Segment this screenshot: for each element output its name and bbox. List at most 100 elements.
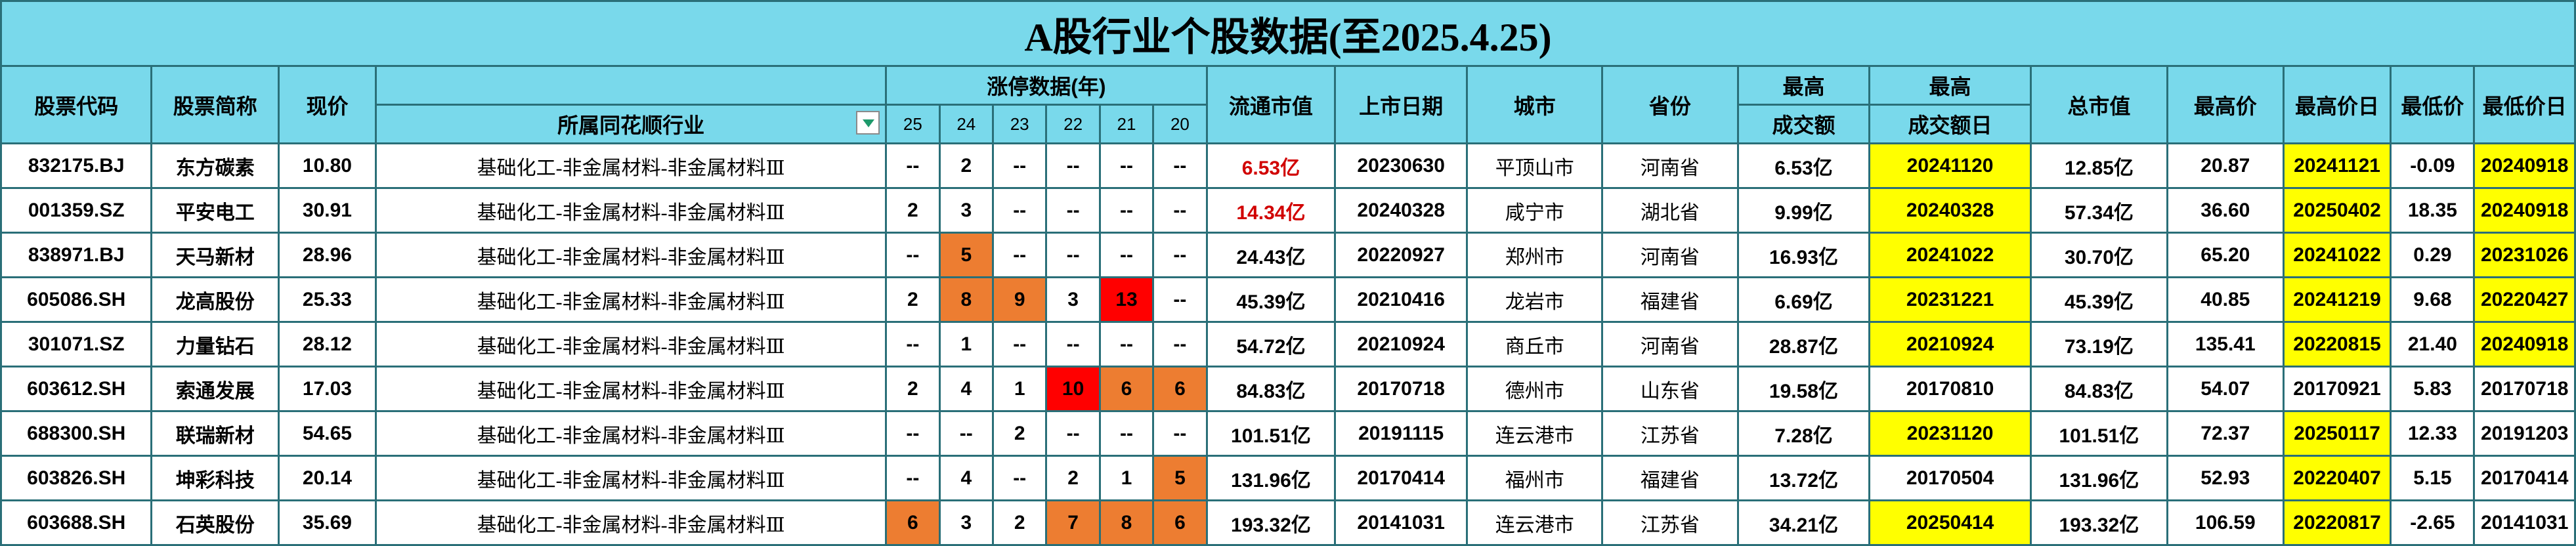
header-total-cap[interactable]: 总市值	[2029, 65, 2169, 144]
cell-low-price[interactable]: 0.29	[2390, 232, 2476, 278]
cell-low-price-day[interactable]: 20141031	[2473, 499, 2576, 546]
cell-industry[interactable]: 基础化工-非金属材料-非金属材料Ⅲ	[374, 276, 888, 323]
cell-y20[interactable]: 5	[1152, 455, 1208, 501]
cell-high-price-day[interactable]: 20220817	[2282, 499, 2392, 546]
cell-y20[interactable]: --	[1152, 321, 1208, 368]
cell-max-turnover[interactable]: 16.93亿	[1736, 232, 1871, 278]
cell-code[interactable]: 603826.SH	[0, 455, 153, 501]
cell-industry[interactable]: 基础化工-非金属材料-非金属材料Ⅲ	[374, 232, 888, 278]
cell-code[interactable]: 832175.BJ	[0, 142, 153, 189]
cell-code[interactable]: 603612.SH	[0, 366, 153, 412]
cell-max-turnover-day[interactable]: 20240328	[1868, 187, 2032, 234]
cell-low-price[interactable]: 5.15	[2390, 455, 2476, 501]
cell-y25[interactable]: --	[885, 455, 941, 501]
cell-max-turnover-day[interactable]: 20231120	[1868, 410, 2032, 457]
cell-code[interactable]: 605086.SH	[0, 276, 153, 323]
header-low-price[interactable]: 最低价	[2390, 65, 2476, 144]
cell-total-cap[interactable]: 73.19亿	[2029, 321, 2169, 368]
cell-code[interactable]: 001359.SZ	[0, 187, 153, 234]
cell-price[interactable]: 10.80	[277, 142, 377, 189]
cell-low-price[interactable]: 5.83	[2390, 366, 2476, 412]
cell-y22[interactable]: --	[1045, 410, 1101, 457]
cell-float-cap[interactable]: 14.34亿	[1205, 187, 1337, 234]
cell-y25[interactable]: 2	[885, 187, 941, 234]
cell-y25[interactable]: 6	[885, 499, 941, 546]
cell-high-price-day[interactable]: 20220407	[2282, 455, 2392, 501]
cell-industry[interactable]: 基础化工-非金属材料-非金属材料Ⅲ	[374, 410, 888, 457]
cell-low-price[interactable]: 18.35	[2390, 187, 2476, 234]
cell-name[interactable]: 索通发展	[150, 366, 280, 412]
cell-y20[interactable]: --	[1152, 142, 1208, 189]
table-row[interactable]: 603612.SH 索通发展 17.03 基础化工-非金属材料-非金属材料Ⅲ 2…	[0, 366, 2576, 412]
cell-y22[interactable]: --	[1045, 187, 1101, 234]
cell-float-cap[interactable]: 193.32亿	[1205, 499, 1337, 546]
cell-max-turnover[interactable]: 9.99亿	[1736, 187, 1871, 234]
cell-total-cap[interactable]: 12.85亿	[2029, 142, 2169, 189]
cell-y21[interactable]: --	[1098, 232, 1155, 278]
cell-listing-date[interactable]: 20210924	[1334, 321, 1469, 368]
cell-y21[interactable]: 6	[1098, 366, 1155, 412]
table-row[interactable]: 838971.BJ 天马新材 28.96 基础化工-非金属材料-非金属材料Ⅲ -…	[0, 232, 2576, 278]
cell-listing-date[interactable]: 20210416	[1334, 276, 1469, 323]
cell-y24[interactable]: 3	[938, 499, 994, 546]
cell-name[interactable]: 龙高股份	[150, 276, 280, 323]
cell-y20[interactable]: --	[1152, 410, 1208, 457]
cell-total-cap[interactable]: 131.96亿	[2029, 455, 2169, 501]
cell-low-price[interactable]: -0.09	[2390, 142, 2476, 189]
cell-price[interactable]: 30.91	[277, 187, 377, 234]
cell-high-price[interactable]: 135.41	[2166, 321, 2285, 368]
cell-y23[interactable]: 2	[991, 499, 1048, 546]
cell-max-turnover-day[interactable]: 20241120	[1868, 142, 2032, 189]
cell-y20[interactable]: 6	[1152, 499, 1208, 546]
cell-total-cap[interactable]: 30.70亿	[2029, 232, 2169, 278]
cell-float-cap[interactable]: 84.83亿	[1205, 366, 1337, 412]
table-row[interactable]: 603688.SH 石英股份 35.69 基础化工-非金属材料-非金属材料Ⅲ 6…	[0, 499, 2576, 546]
cell-y20[interactable]: --	[1152, 232, 1208, 278]
cell-y24[interactable]: 8	[938, 276, 994, 323]
cell-low-price-day[interactable]: 20240918	[2473, 142, 2576, 189]
cell-total-cap[interactable]: 57.34亿	[2029, 187, 2169, 234]
cell-code[interactable]: 603688.SH	[0, 499, 153, 546]
cell-high-price[interactable]: 65.20	[2166, 232, 2285, 278]
table-row[interactable]: 301071.SZ 力量钻石 28.12 基础化工-非金属材料-非金属材料Ⅲ -…	[0, 321, 2576, 368]
cell-y22[interactable]: 10	[1045, 366, 1101, 412]
cell-price[interactable]: 35.69	[277, 499, 377, 546]
cell-price[interactable]: 25.33	[277, 276, 377, 323]
cell-total-cap[interactable]: 193.32亿	[2029, 499, 2169, 546]
cell-y22[interactable]: --	[1045, 232, 1101, 278]
cell-y23[interactable]: --	[991, 187, 1048, 234]
cell-price[interactable]: 28.96	[277, 232, 377, 278]
cell-name[interactable]: 平安电工	[150, 187, 280, 234]
cell-float-cap[interactable]: 24.43亿	[1205, 232, 1337, 278]
cell-province[interactable]: 湖北省	[1601, 187, 1739, 234]
header-city[interactable]: 城市	[1466, 65, 1604, 144]
cell-y20[interactable]: --	[1152, 276, 1208, 323]
cell-max-turnover[interactable]: 6.53亿	[1736, 142, 1871, 189]
cell-y20[interactable]: --	[1152, 187, 1208, 234]
cell-y24[interactable]: 3	[938, 187, 994, 234]
cell-y25[interactable]: --	[885, 410, 941, 457]
cell-listing-date[interactable]: 20230630	[1334, 142, 1469, 189]
header-listing-date[interactable]: 上市日期	[1334, 65, 1469, 144]
cell-city[interactable]: 咸宁市	[1466, 187, 1604, 234]
cell-city[interactable]: 连云港市	[1466, 410, 1604, 457]
cell-name[interactable]: 坤彩科技	[150, 455, 280, 501]
cell-max-turnover-day[interactable]: 20250414	[1868, 499, 2032, 546]
cell-industry[interactable]: 基础化工-非金属材料-非金属材料Ⅲ	[374, 499, 888, 546]
cell-province[interactable]: 河南省	[1601, 321, 1739, 368]
cell-name[interactable]: 天马新材	[150, 232, 280, 278]
cell-industry[interactable]: 基础化工-非金属材料-非金属材料Ⅲ	[374, 455, 888, 501]
cell-code[interactable]: 838971.BJ	[0, 232, 153, 278]
cell-province[interactable]: 河南省	[1601, 232, 1739, 278]
header-code[interactable]: 股票代码	[0, 65, 153, 144]
cell-price[interactable]: 20.14	[277, 455, 377, 501]
cell-y21[interactable]: --	[1098, 142, 1155, 189]
cell-high-price[interactable]: 106.59	[2166, 499, 2285, 546]
header-province[interactable]: 省份	[1601, 65, 1739, 144]
cell-float-cap[interactable]: 6.53亿	[1205, 142, 1337, 189]
cell-y21[interactable]: 13	[1098, 276, 1155, 323]
cell-y25[interactable]: 2	[885, 366, 941, 412]
cell-max-turnover[interactable]: 6.69亿	[1736, 276, 1871, 323]
cell-y25[interactable]: --	[885, 142, 941, 189]
cell-high-price[interactable]: 40.85	[2166, 276, 2285, 323]
